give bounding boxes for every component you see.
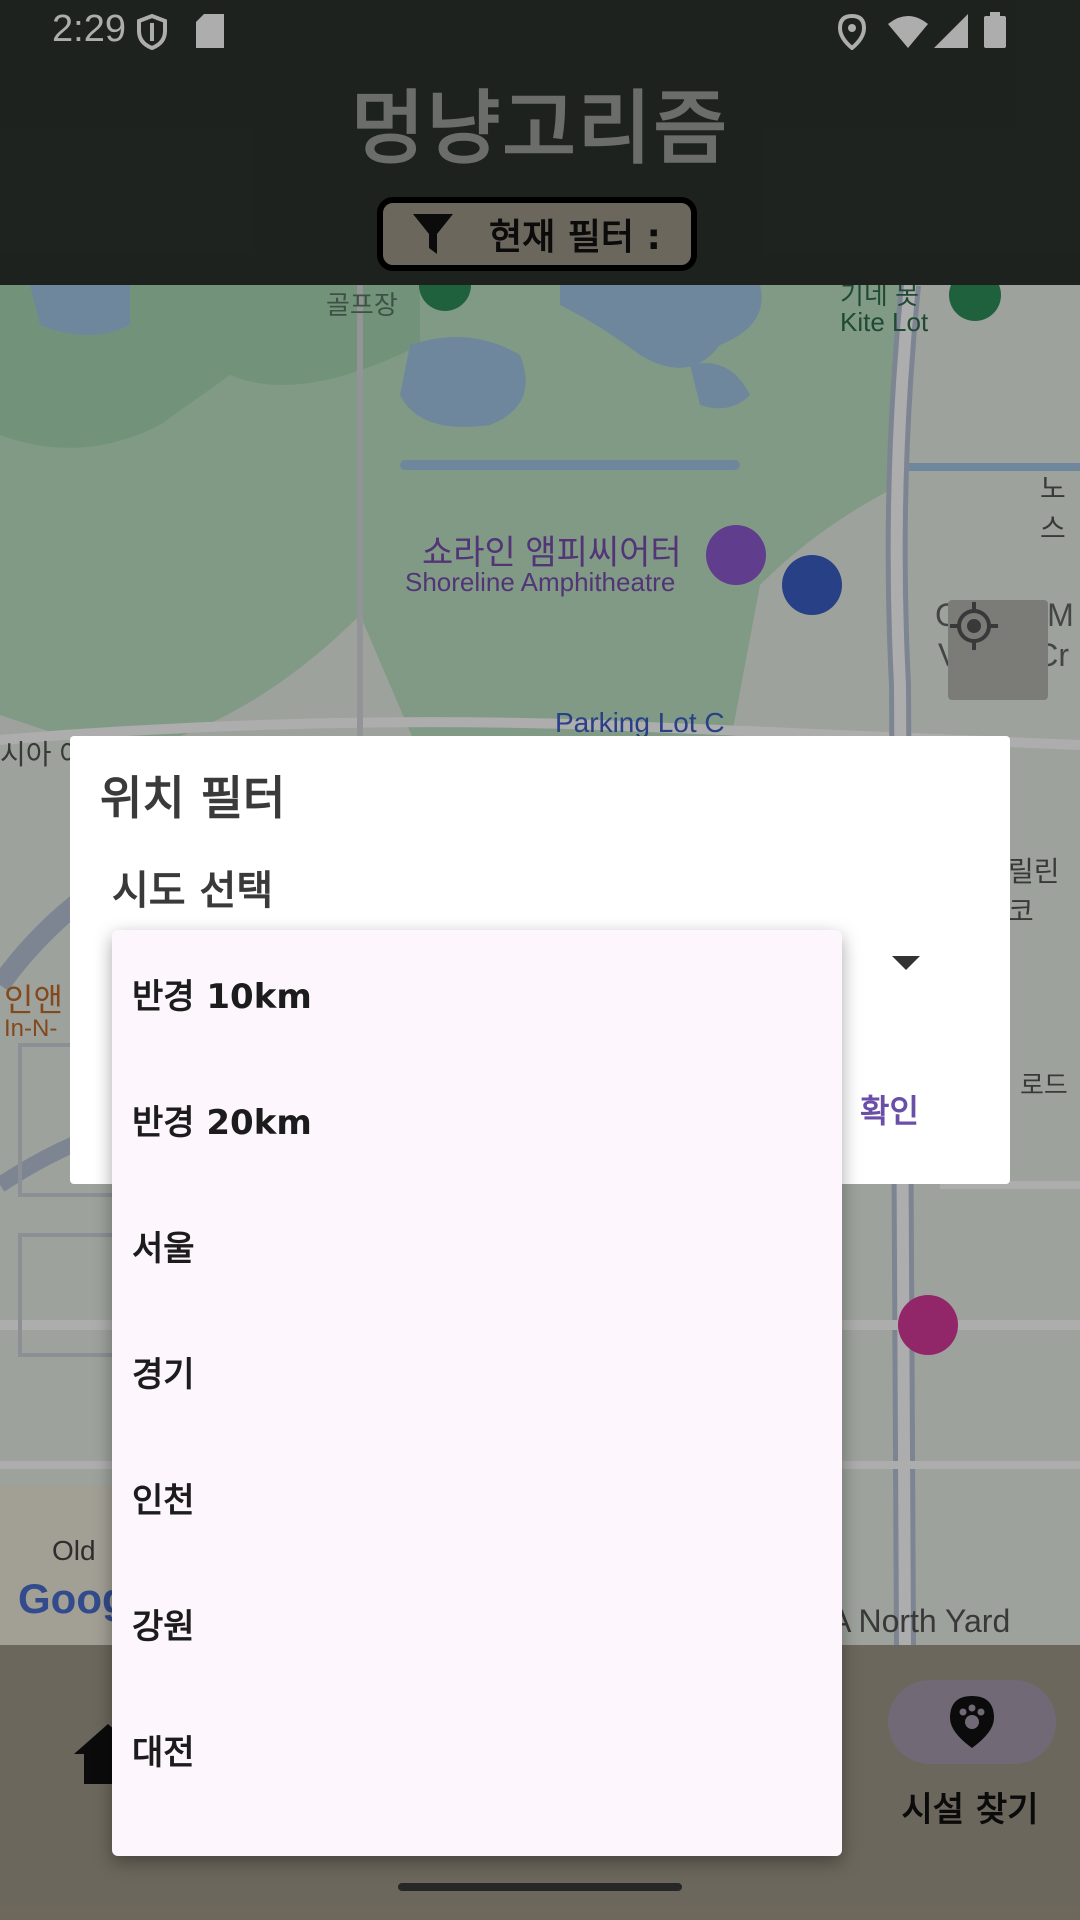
dropdown-item-seoul[interactable]: 서울 — [112, 1182, 842, 1308]
dropdown-item-incheon[interactable]: 인천 — [112, 1434, 842, 1560]
dropdown-item-radius-10km[interactable]: 반경 10km — [112, 930, 842, 1056]
dropdown-item-gyeonggi[interactable]: 경기 — [112, 1308, 842, 1434]
dialog-title: 위치 필터 — [100, 771, 286, 825]
dropdown-item-daejeon[interactable]: 대전 — [112, 1686, 842, 1812]
confirm-button[interactable]: 확인 — [860, 1086, 919, 1132]
province-select-label: 시도 선택 — [112, 868, 274, 914]
dropdown-arrow-icon[interactable] — [892, 956, 920, 970]
dropdown-item-radius-20km[interactable]: 반경 20km — [112, 1056, 842, 1182]
province-dropdown-menu: 반경 10km 반경 20km 서울 경기 인천 강원 대전 — [112, 930, 842, 1856]
dropdown-item-gangwon[interactable]: 강원 — [112, 1560, 842, 1686]
